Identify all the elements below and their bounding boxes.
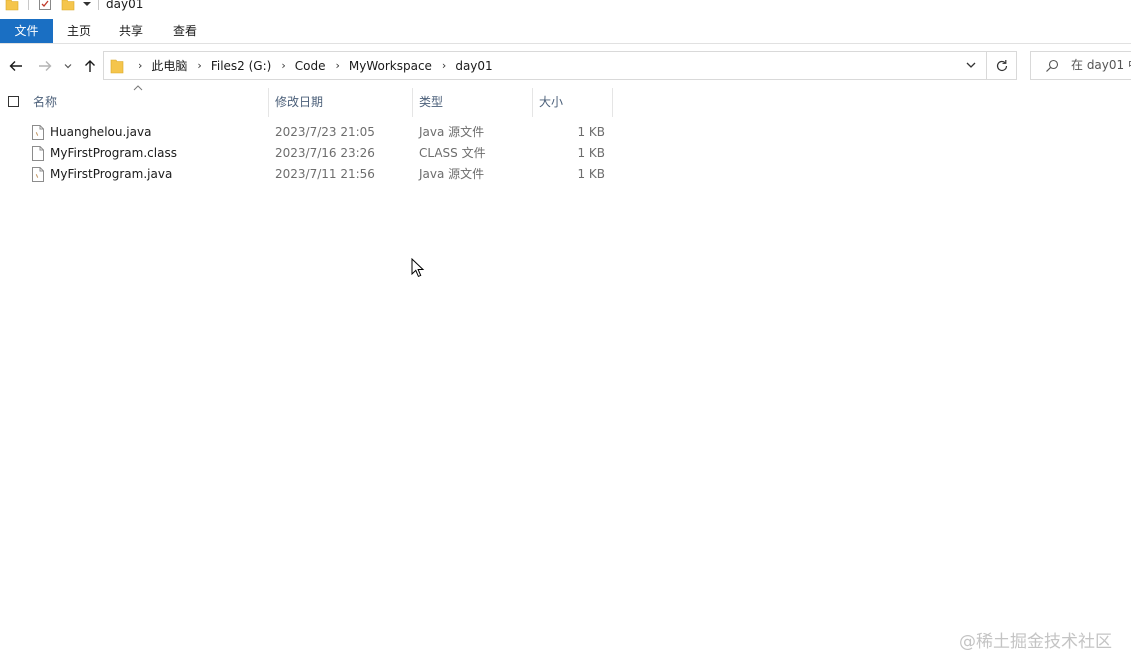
file-type: Java 源文件 bbox=[419, 167, 485, 181]
properties-check-icon[interactable] bbox=[38, 0, 52, 11]
breadcrumb: › 此电脑 › Files2 (G:) › Code › MyWorkspace… bbox=[128, 52, 493, 79]
java-file-icon bbox=[32, 125, 44, 140]
file-row[interactable]: Huanghelou.java 2023/7/23 21:05 Java 源文件… bbox=[22, 122, 613, 143]
arrow-right-icon bbox=[39, 61, 52, 71]
column-divider[interactable] bbox=[268, 88, 269, 117]
breadcrumb-drive[interactable]: Files2 (G:) bbox=[211, 59, 272, 73]
file-size: 1 KB bbox=[577, 146, 605, 160]
address-bar[interactable]: › 此电脑 › Files2 (G:) › Code › MyWorkspace… bbox=[103, 51, 987, 80]
tab-view[interactable]: 查看 bbox=[163, 19, 207, 43]
watermark: @稀土掘金技术社区 bbox=[959, 632, 1112, 652]
folder-icon[interactable] bbox=[5, 0, 19, 11]
tab-home[interactable]: 主页 bbox=[57, 19, 101, 43]
chevron-right-icon[interactable]: › bbox=[138, 59, 142, 72]
address-dropdown-icon[interactable] bbox=[964, 58, 978, 72]
file-size: 1 KB bbox=[577, 167, 605, 181]
toolbar-divider bbox=[98, 0, 99, 10]
select-all-checkbox[interactable] bbox=[8, 96, 19, 107]
file-name: Huanghelou.java bbox=[50, 125, 152, 139]
breadcrumb-code[interactable]: Code bbox=[295, 59, 326, 73]
column-divider[interactable] bbox=[612, 88, 613, 117]
file-row[interactable]: MyFirstProgram.class 2023/7/16 23:26 CLA… bbox=[22, 143, 613, 164]
file-type: Java 源文件 bbox=[419, 125, 485, 139]
search-placeholder: 在 day01 中 bbox=[1071, 58, 1131, 72]
tab-share[interactable]: 共享 bbox=[109, 19, 153, 43]
search-icon bbox=[1046, 59, 1059, 72]
customize-toolbar-dropdown-icon[interactable] bbox=[80, 0, 94, 11]
file-name: MyFirstProgram.java bbox=[50, 167, 173, 181]
tab-file[interactable]: 文件 bbox=[0, 19, 53, 43]
column-header-modified[interactable]: 修改日期 bbox=[275, 88, 412, 117]
quick-access-toolbar: day01 bbox=[0, 0, 1131, 12]
toolbar-divider bbox=[28, 0, 29, 10]
java-file-icon bbox=[32, 167, 44, 182]
search-input[interactable]: 在 day01 中 bbox=[1030, 51, 1131, 80]
chevron-right-icon[interactable]: › bbox=[281, 59, 285, 72]
refresh-icon bbox=[996, 59, 1007, 71]
file-row[interactable]: MyFirstProgram.java 2023/7/11 21:56 Java… bbox=[22, 164, 613, 185]
column-divider[interactable] bbox=[412, 88, 413, 117]
new-folder-icon[interactable] bbox=[61, 0, 75, 11]
arrow-left-icon bbox=[9, 61, 22, 71]
up-button[interactable] bbox=[81, 57, 99, 75]
column-divider[interactable] bbox=[532, 88, 533, 117]
arrow-up-icon bbox=[85, 60, 95, 72]
chevron-right-icon[interactable]: › bbox=[197, 59, 201, 72]
file-name: MyFirstProgram.class bbox=[50, 146, 177, 160]
refresh-button[interactable] bbox=[987, 51, 1017, 80]
column-header-type[interactable]: 类型 bbox=[419, 88, 532, 117]
file-modified: 2023/7/11 21:56 bbox=[275, 167, 375, 181]
column-header-name[interactable]: 名称 bbox=[33, 88, 268, 117]
file-modified: 2023/7/16 23:26 bbox=[275, 146, 375, 160]
chevron-down-icon bbox=[64, 64, 72, 69]
window-title: day01 bbox=[106, 0, 144, 11]
forward-button[interactable] bbox=[36, 57, 54, 75]
class-file-icon bbox=[32, 146, 44, 161]
ribbon-tabs: 文件 主页 共享 查看 bbox=[0, 19, 1131, 44]
breadcrumb-this-pc[interactable]: 此电脑 bbox=[151, 57, 187, 74]
breadcrumb-day01[interactable]: day01 bbox=[455, 59, 492, 73]
file-type: CLASS 文件 bbox=[419, 146, 486, 160]
mouse-cursor-icon bbox=[411, 258, 425, 278]
chevron-right-icon[interactable]: › bbox=[442, 59, 446, 72]
recent-locations-button[interactable] bbox=[61, 57, 75, 75]
folder-icon bbox=[110, 59, 124, 74]
breadcrumb-myworkspace[interactable]: MyWorkspace bbox=[349, 59, 432, 73]
back-button[interactable] bbox=[7, 57, 25, 75]
column-header-size[interactable]: 大小 bbox=[539, 88, 612, 117]
chevron-right-icon[interactable]: › bbox=[335, 59, 339, 72]
file-size: 1 KB bbox=[577, 125, 605, 139]
file-modified: 2023/7/23 21:05 bbox=[275, 125, 375, 139]
